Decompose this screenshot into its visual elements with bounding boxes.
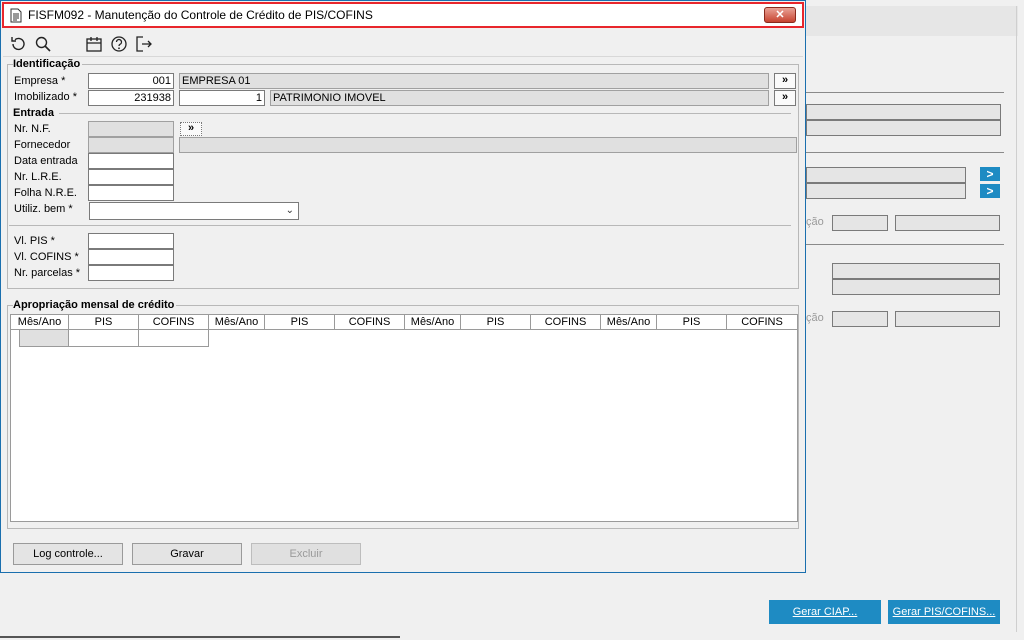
background-label: ção (806, 216, 824, 228)
fornecedor-name-field (179, 137, 797, 153)
gravar-button[interactable]: Gravar (132, 543, 242, 565)
dialog-window: FISFM092 - Manutenção do Controle de Cré… (0, 0, 806, 573)
fornecedor-code-field (88, 137, 174, 153)
entrada-section-title: Entrada (13, 107, 56, 119)
values-separator (9, 225, 791, 226)
chevron-down-icon: ⌄ (285, 205, 294, 216)
close-button[interactable]: ✕ (764, 7, 796, 23)
grid-cell-pis[interactable] (68, 330, 139, 347)
nr-nf-field (88, 121, 174, 137)
utiliz-bem-label: Utiliz. bem * (14, 203, 73, 215)
vl-pis-label: Vl. PIS * (14, 235, 55, 247)
excluir-button: Excluir (251, 543, 361, 565)
nr-parcelas-label: Nr. parcelas * (14, 267, 81, 279)
document-icon (10, 8, 22, 23)
apropriacao-section-title: Apropriação mensal de crédito (13, 299, 177, 311)
background-taskbar-edge (0, 636, 400, 638)
background-field (895, 215, 1000, 231)
background-border (1016, 6, 1017, 632)
background-field (806, 120, 1001, 136)
column-header-mes-ano[interactable]: Mês/Ano (405, 315, 461, 330)
help-icon[interactable] (110, 35, 128, 53)
background-label: ção (806, 312, 824, 324)
vl-pis-field[interactable] (88, 233, 174, 249)
entrada-separator (59, 113, 791, 114)
imobilizado-code-field[interactable]: 231938 (88, 90, 174, 106)
background-field (832, 311, 888, 327)
column-header-mes-ano[interactable]: Mês/Ano (11, 315, 69, 330)
column-header-cofins[interactable]: COFINS (139, 315, 209, 330)
background-titlebar (800, 6, 1018, 36)
column-header-cofins[interactable]: COFINS (531, 315, 601, 330)
column-header-pis[interactable]: PIS (69, 315, 139, 330)
background-field (832, 263, 1000, 279)
background-divider (806, 244, 1004, 245)
column-header-mes-ano[interactable]: Mês/Ano (601, 315, 657, 330)
column-header-pis[interactable]: PIS (657, 315, 727, 330)
empresa-lookup-button[interactable]: » (774, 73, 796, 89)
background-lookup-button[interactable]: > (980, 167, 1000, 181)
background-lookup-button[interactable]: > (980, 184, 1000, 198)
column-header-cofins[interactable]: COFINS (335, 315, 405, 330)
column-header-cofins[interactable]: COFINS (727, 315, 797, 330)
empresa-code-field[interactable]: 001 (88, 73, 174, 89)
imobilizado-desc-field: PATRIMONIO IMOVEL (270, 90, 769, 106)
nr-lre-field[interactable] (88, 169, 174, 185)
gerar-pis-cofins-button[interactable]: Gerar PIS/COFINS... (888, 600, 1000, 624)
nr-lre-label: Nr. L.R.E. (14, 171, 62, 183)
column-header-pis[interactable]: PIS (461, 315, 531, 330)
nr-nf-label: Nr. N.F. (14, 123, 51, 135)
column-header-pis[interactable]: PIS (265, 315, 335, 330)
undo-icon[interactable] (9, 35, 27, 53)
background-field (806, 104, 1001, 120)
folha-nre-field[interactable] (88, 185, 174, 201)
empresa-name-field: EMPRESA 01 (179, 73, 769, 89)
nr-nf-lookup-button[interactable]: » (180, 122, 202, 136)
dialog-titlebar[interactable]: FISFM092 - Manutenção do Controle de Cré… (2, 2, 804, 28)
toolbar (3, 31, 803, 57)
empresa-label: Empresa * (14, 75, 66, 87)
apropriacao-grid[interactable]: Mês/Ano PIS COFINS Mês/Ano PIS COFINS Mê… (10, 314, 798, 522)
background-field (895, 311, 1000, 327)
exit-icon[interactable] (135, 35, 153, 53)
background-field (832, 215, 888, 231)
column-header-mes-ano[interactable]: Mês/Ano (209, 315, 265, 330)
background-field (806, 183, 966, 199)
vl-cofins-field[interactable] (88, 249, 174, 265)
imobilizado-label: Imobilizado * (14, 91, 77, 103)
log-controle-button[interactable]: Log controle... (13, 543, 123, 565)
grid-cell-cofins[interactable] (138, 330, 209, 347)
data-entrada-field[interactable] (88, 153, 174, 169)
identificacao-section-title: Identificação (13, 58, 83, 70)
data-entrada-label: Data entrada (14, 155, 78, 167)
search-icon[interactable] (34, 35, 52, 53)
background-field (806, 167, 966, 183)
background-divider (806, 92, 1004, 93)
fornecedor-label: Fornecedor (14, 139, 71, 151)
background-divider (806, 152, 1004, 153)
folha-nre-label: Folha N.R.E. (14, 187, 77, 199)
calendar-icon[interactable] (85, 35, 103, 53)
dialog-title: FISFM092 - Manutenção do Controle de Cré… (28, 8, 373, 22)
imobilizado-seq-field[interactable]: 1 (179, 90, 265, 106)
utiliz-bem-select[interactable]: ⌄ (89, 202, 299, 220)
background-field (832, 279, 1000, 295)
imobilizado-lookup-button[interactable]: » (774, 90, 796, 106)
grid-cell-mes-ano[interactable] (19, 330, 69, 347)
vl-cofins-label: Vl. COFINS * (14, 251, 79, 263)
gerar-ciap-button[interactable]: Gerar CIAP... (769, 600, 881, 624)
close-icon: ✕ (775, 9, 785, 21)
nr-parcelas-field[interactable] (88, 265, 174, 281)
